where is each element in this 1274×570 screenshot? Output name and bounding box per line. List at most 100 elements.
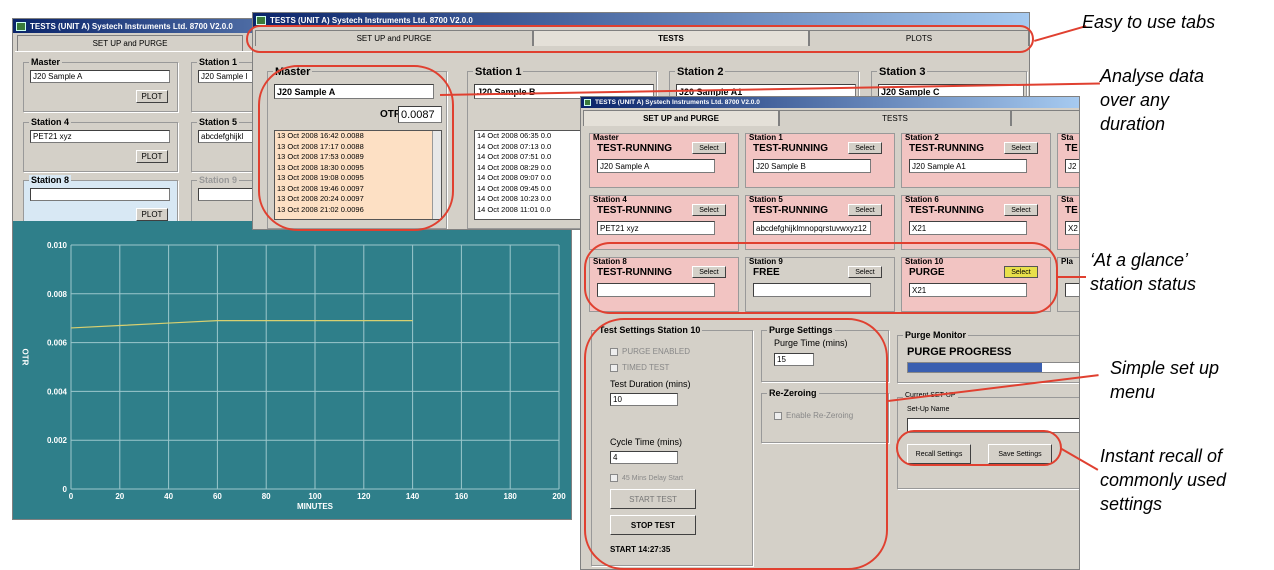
station-sample-input[interactable]: J20 Sample A1 xyxy=(909,159,1027,173)
select-button[interactable]: Select xyxy=(848,204,882,216)
log-entry[interactable]: 13 Oct 2008 18:30 0.0095 xyxy=(277,163,441,174)
plot-button[interactable]: PLOT xyxy=(136,150,168,163)
station-panel: Sta TE X2 xyxy=(1057,195,1079,250)
tab-plots[interactable] xyxy=(1011,110,1079,126)
select-button[interactable]: Select xyxy=(848,142,882,154)
station-panel: Station 5 TEST-RUNNING Select abcdefghijklm… xyxy=(745,195,895,250)
station-sample-input[interactable]: X21 xyxy=(909,221,1027,235)
station-sample-input[interactable] xyxy=(597,283,715,297)
leader-line xyxy=(1058,276,1086,278)
callout-recall: Instant recall of commonly used settings xyxy=(1100,446,1227,514)
station-sample-input[interactable]: PET21 xyz xyxy=(597,221,715,235)
tab-plots[interactable]: PLOTS xyxy=(809,30,1029,46)
group-label: Station 5 xyxy=(197,117,240,127)
station-panel: Station 8 TEST-RUNNING Select xyxy=(589,257,739,312)
purge-time-input[interactable]: 15 xyxy=(774,353,814,366)
save-settings-button[interactable]: Save Settings xyxy=(988,444,1052,464)
tab-setup-purge[interactable]: SET UP and PURGE xyxy=(255,30,533,46)
y-tick-label: 0.008 xyxy=(47,290,68,299)
log-entry[interactable]: 13 Oct 2008 20:24 0.0097 xyxy=(277,194,441,205)
plot-button[interactable]: PLOT xyxy=(136,90,168,103)
select-button[interactable]: Select xyxy=(692,204,726,216)
x-tick-label: 100 xyxy=(308,492,322,501)
log-entry[interactable]: 13 Oct 2008 16:42 0.0088 xyxy=(277,131,441,142)
purge-enabled-checkbox[interactable]: PURGE ENABLED xyxy=(610,347,690,356)
x-tick-label: 20 xyxy=(115,492,124,501)
station-label: Sta xyxy=(1061,195,1074,204)
checkbox-label: 45 Mins Delay Start xyxy=(622,474,684,482)
chart-background xyxy=(13,221,571,519)
title-bar: TESTS (UNIT A) Systech Instruments Ltd. … xyxy=(253,13,1029,27)
tab-tests[interactable]: TESTS xyxy=(779,110,1011,126)
station-sample-input[interactable]: X2 xyxy=(1065,221,1079,235)
station-sample-input[interactable] xyxy=(1065,283,1079,297)
group-label: Purge Settings xyxy=(767,325,835,335)
station-panel: Pla xyxy=(1057,257,1079,312)
window-title: TESTS (UNIT A) Systech Instruments Ltd. … xyxy=(270,15,473,25)
setup-purge-window: TESTS (UNIT A) Systech Instruments Ltd. … xyxy=(580,96,1080,570)
y-axis-label: OTR xyxy=(21,349,30,366)
master-sample-input[interactable]: J20 Sample A xyxy=(30,70,170,83)
station-panel: Station 2 TEST-RUNNING Select J20 Sample A1 xyxy=(901,133,1051,188)
station-panel: Sta TE J2 xyxy=(1057,133,1079,188)
station-sample-input[interactable] xyxy=(753,283,871,297)
delay-start-checkbox[interactable]: 45 Mins Delay Start xyxy=(610,474,683,482)
station-status: FREE xyxy=(753,267,780,278)
callout-glance: ‘At a glance’ station status xyxy=(1090,250,1197,294)
station-label: Station 9 xyxy=(749,257,783,266)
station-status: TEST-RUNNING xyxy=(753,205,828,216)
otr-chart: 0 20 40 60 80 100 120 140 160 180 200 0 0.002 0.004 0.… xyxy=(13,221,571,519)
station-panel: Station 4 TEST-RUNNING Select PET21 xyz xyxy=(589,195,739,250)
checkbox-icon xyxy=(774,411,782,420)
select-button[interactable]: Select xyxy=(1004,266,1038,278)
y-tick-label: 0 xyxy=(63,485,68,494)
x-tick-label: 80 xyxy=(262,492,271,501)
setup-name-input[interactable] xyxy=(907,418,1079,433)
plot-button[interactable]: PLOT xyxy=(136,208,168,221)
station-sample-input[interactable]: J20 Sample B xyxy=(753,159,871,173)
otr-value: 0.0087 xyxy=(398,106,442,123)
stop-test-button[interactable]: STOP TEST xyxy=(610,515,696,535)
test-settings-group: Test Settings Station 10 PURGE ENABLED T… xyxy=(591,325,753,566)
otr-log-list[interactable]: 13 Oct 2008 16:42 0.0088 13 Oct 2008 17:1… xyxy=(274,130,442,220)
station-panel: Station 6 TEST-RUNNING Select X21 xyxy=(901,195,1051,250)
start-test-button[interactable]: START TEST xyxy=(610,489,696,509)
station-status: TEST-RUNNING xyxy=(597,267,672,278)
station-4-input[interactable]: PET21 xyz xyxy=(30,130,170,143)
station-sample-input[interactable]: X21 xyxy=(909,283,1027,297)
tab-setup-purge[interactable]: SET UP and PURGE xyxy=(583,110,779,126)
purge-monitor-group: Purge Monitor PURGE PROGRESS xyxy=(897,330,1079,383)
select-button[interactable]: Select xyxy=(1004,142,1038,154)
master-sample-input[interactable]: J20 Sample A xyxy=(274,84,434,99)
select-button[interactable]: Select xyxy=(692,266,726,278)
cycle-time-input[interactable]: 4 xyxy=(610,451,678,464)
log-entry[interactable]: 13 Oct 2008 19:08 0.0095 xyxy=(277,173,441,184)
station-sample-input[interactable]: abcdefghijklmnopqrstuvwxyz12 xyxy=(753,221,871,235)
log-entry[interactable]: 13 Oct 2008 17:53 0.0089 xyxy=(277,152,441,163)
scrollbar[interactable] xyxy=(432,131,441,219)
recall-settings-button[interactable]: Recall Settings xyxy=(907,444,971,464)
station-status: TEST-RUNNING xyxy=(597,205,672,216)
station-sample-input[interactable]: J2 xyxy=(1065,159,1079,173)
test-duration-input[interactable]: 10 xyxy=(610,393,678,406)
station-label: Station 10 xyxy=(905,257,944,266)
log-entry[interactable]: 13 Oct 2008 19:46 0.0097 xyxy=(277,184,441,195)
tab-setup-purge[interactable]: SET UP and PURGE xyxy=(17,35,243,51)
x-tick-label: 40 xyxy=(164,492,173,501)
y-tick-label: 0.002 xyxy=(47,436,68,445)
station-4-group: Station 4 PET21 xyz PLOT xyxy=(23,117,178,172)
station-sample-input[interactable]: J20 Sample A xyxy=(597,159,715,173)
select-button[interactable]: Select xyxy=(692,142,726,154)
title-bar: TESTS (UNIT A) Systech Instruments Ltd. … xyxy=(581,97,1079,108)
timed-test-checkbox[interactable]: TIMED TEST xyxy=(610,363,669,372)
tab-tests[interactable]: TESTS xyxy=(533,30,809,46)
select-button[interactable]: Select xyxy=(848,266,882,278)
enable-rezeroing-checkbox[interactable]: Enable Re-Zeroing xyxy=(774,411,853,420)
log-entry[interactable]: 13 Oct 2008 21:02 0.0096 xyxy=(277,205,441,216)
log-entry[interactable]: 13 Oct 2008 17:17 0.0088 xyxy=(277,142,441,153)
select-button[interactable]: Select xyxy=(1004,204,1038,216)
station-status: TEST-RUNNING xyxy=(909,143,984,154)
rezeroing-group: Re-Zeroing Enable Re-Zeroing xyxy=(761,388,889,443)
station-8-input[interactable] xyxy=(30,188,170,201)
test-duration-label: Test Duration (mins) xyxy=(610,379,691,389)
